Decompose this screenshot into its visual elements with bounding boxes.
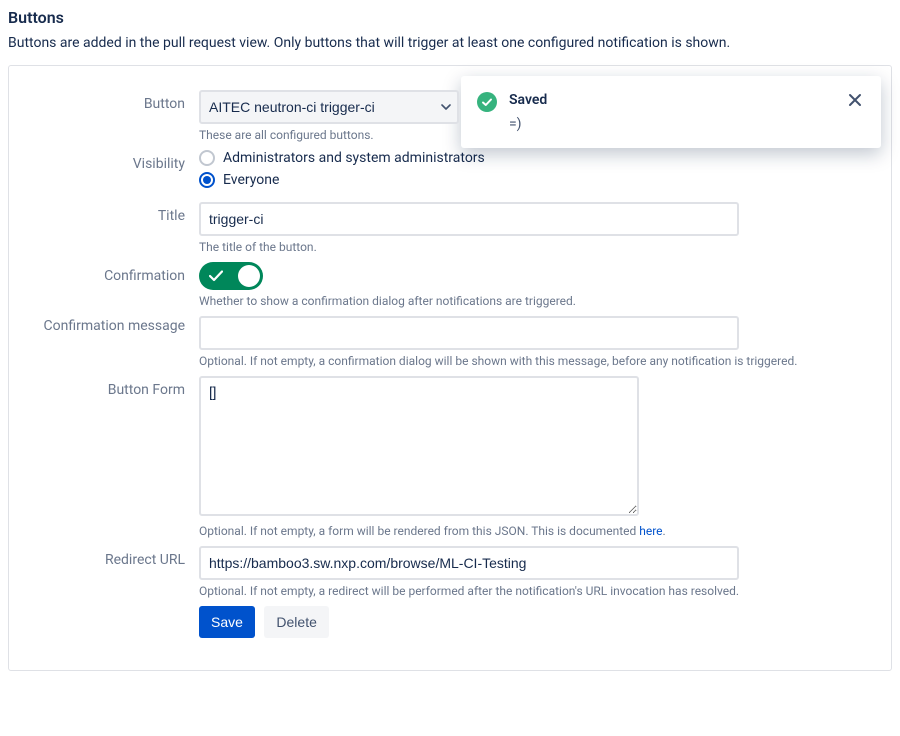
- confirmation-toggle[interactable]: [199, 262, 263, 290]
- button-form-docs-link[interactable]: here: [639, 524, 662, 538]
- visibility-admins-radio[interactable]: [199, 150, 215, 166]
- button-form-textarea[interactable]: [199, 376, 639, 516]
- button-form-help: Optional. If not empty, a form will be r…: [199, 524, 871, 538]
- visibility-everyone-radio[interactable]: [199, 172, 215, 188]
- saved-toast: Saved =): [461, 76, 881, 148]
- save-button[interactable]: Save: [199, 606, 255, 638]
- title-input[interactable]: [199, 202, 739, 236]
- visibility-admins-label: Administrators and system administrators: [223, 150, 485, 166]
- section-title: Buttons: [8, 8, 892, 27]
- confirmation-message-label: Confirmation message: [29, 316, 199, 334]
- confirmation-label: Confirmation: [29, 262, 199, 284]
- redirect-url-help: Optional. If not empty, a redirect will …: [199, 584, 871, 598]
- button-label: Button: [29, 90, 199, 112]
- redirect-url-label: Redirect URL: [29, 546, 199, 568]
- visibility-label: Visibility: [29, 150, 199, 172]
- section-description: Buttons are added in the pull request vi…: [8, 35, 892, 51]
- button-form-label: Button Form: [29, 376, 199, 398]
- redirect-url-input[interactable]: [199, 546, 739, 580]
- confirmation-message-help: Optional. If not empty, a confirmation d…: [199, 354, 871, 368]
- title-label: Title: [29, 202, 199, 224]
- button-select[interactable]: AITEC neutron-ci trigger-ci: [199, 90, 459, 124]
- delete-button[interactable]: Delete: [264, 606, 328, 638]
- confirmation-help: Whether to show a confirmation dialog af…: [199, 294, 871, 308]
- button-config-panel: Saved =) Button AITEC neutron-ci trigger…: [8, 65, 892, 671]
- title-help: The title of the button.: [199, 240, 871, 254]
- toast-title: Saved: [509, 92, 835, 108]
- confirmation-message-input[interactable]: [199, 316, 739, 350]
- close-icon[interactable]: [847, 92, 865, 110]
- visibility-everyone-label: Everyone: [223, 172, 279, 188]
- toast-message: =): [509, 116, 835, 132]
- success-icon: [477, 92, 497, 112]
